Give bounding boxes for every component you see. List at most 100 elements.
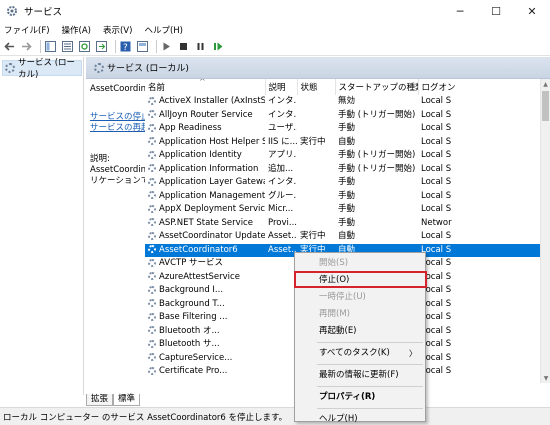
- cell-description: [265, 284, 297, 298]
- cell-logon: Local S: [421, 96, 452, 106]
- status-text: ローカル コンピューター のサービス AssetCoordinator6 を停止…: [3, 412, 288, 423]
- cell-logon: Local S: [421, 136, 452, 147]
- cell-description: アプリ...: [268, 150, 297, 160]
- scroll-thumb[interactable]: [542, 91, 549, 121]
- cell-status: 実行中: [300, 136, 326, 147]
- column-header-startup-type[interactable]: スタートアップの種類: [335, 79, 419, 95]
- submenu-arrow-icon: 〉: [409, 349, 417, 358]
- scroll-up-icon[interactable]: ▲: [541, 79, 550, 89]
- service-gear-icon: [148, 218, 156, 226]
- cell-status: [297, 122, 335, 136]
- column-header-logon[interactable]: ログオン: [418, 79, 550, 95]
- tree-item-services-local[interactable]: サービス (ローカル): [2, 58, 82, 80]
- table-row[interactable]: AssetCoordinator Update Asset... 実行中 自動 Loca…: [145, 230, 550, 244]
- help-icon[interactable]: ?: [119, 40, 132, 53]
- table-row[interactable]: Application Layer Gateway ...インタ... 手動 Loc…: [145, 176, 550, 190]
- menu-item-properties[interactable]: プロパティ(R): [295, 389, 425, 406]
- table-header-row: ^ 名前 説明 状態 スタートアップの種類 ログオン: [145, 79, 550, 95]
- cell-description: [265, 325, 297, 339]
- restart-icon[interactable]: [211, 40, 224, 53]
- cell-startup-type: 手動: [338, 190, 356, 201]
- menu-item-refresh[interactable]: 最新の情報に更新(F): [295, 367, 425, 384]
- cell-description: 追加...: [268, 163, 294, 174]
- cell-service-name: Application Information: [145, 163, 265, 177]
- minimize-button[interactable]: ─: [442, 0, 478, 22]
- column-header-name[interactable]: ^ 名前: [145, 79, 266, 95]
- title-bar: サービス ─ ☐ ✕: [0, 0, 550, 22]
- export-icon[interactable]: [95, 40, 108, 53]
- menu-separator: [317, 364, 423, 365]
- cell-status: [297, 217, 335, 231]
- cell-startup-type: 無効: [338, 96, 356, 106]
- menu-item-stop[interactable]: 停止(O): [295, 272, 425, 289]
- tab-standard[interactable]: 標準: [113, 394, 141, 406]
- cell-logon: Local S: [421, 150, 452, 160]
- menu-file[interactable]: ファイル(F): [4, 24, 50, 36]
- table-row[interactable]: ASP.NET State Service Provi... 手動 Networ: [145, 217, 550, 231]
- menu-item-all-tasks[interactable]: すべてのタスク(K) 〉: [295, 345, 425, 362]
- cell-description: Provi...: [268, 217, 297, 228]
- menu-item-start[interactable]: 開始(S): [295, 255, 425, 272]
- cell-description: [265, 271, 297, 285]
- menu-view[interactable]: 表示(V): [103, 24, 132, 36]
- cell-startup-type: 手動: [338, 123, 356, 133]
- table-row[interactable]: Application Managementグルー... 手動 Local S: [145, 190, 550, 204]
- service-gear-icon: [148, 366, 156, 375]
- menu-separator: [317, 342, 423, 343]
- table-row[interactable]: ActiveX Installer (AxInstSV)インタ... 無効 Loca…: [145, 95, 550, 109]
- cell-service-name: AssetCoordinator Update: [145, 230, 265, 244]
- menu-item-help[interactable]: ヘルプ(H): [295, 411, 425, 425]
- cell-startup-type: 自動: [338, 231, 356, 241]
- play-icon[interactable]: [160, 40, 173, 53]
- service-gear-icon: [148, 191, 156, 199]
- service-gear-icon: [148, 137, 156, 145]
- cell-startup-type: 手動 (トリガー開始): [338, 150, 416, 160]
- cell-service-name: AVCTP サービス: [145, 257, 265, 271]
- cell-service-name: Bluetooth オ...: [145, 325, 265, 339]
- cell-service-name: AppX Deployment Service (...: [145, 203, 265, 217]
- menu-bar: ファイル(F) 操作(A) 表示(V) ヘルプ(H): [0, 22, 550, 38]
- cell-description: IIS に...: [268, 136, 297, 147]
- cell-logon: Local S: [421, 204, 452, 214]
- forward-icon[interactable]: [20, 40, 33, 53]
- status-bar: ローカル コンピューター のサービス AssetCoordinator6 を停止…: [0, 407, 550, 425]
- menu-action[interactable]: 操作(A): [62, 24, 91, 36]
- menu-item-restart[interactable]: 再起動(E): [295, 323, 425, 340]
- cell-description: Asset...: [268, 231, 297, 241]
- pause-icon[interactable]: [194, 40, 207, 53]
- cell-logon: Local S: [421, 109, 452, 120]
- close-button[interactable]: ✕: [514, 0, 550, 22]
- services-header: サービス (ローカル): [86, 57, 550, 79]
- cell-description: インタ...: [268, 96, 297, 106]
- tab-extended[interactable]: 拡張: [86, 394, 114, 406]
- refresh-icon[interactable]: [78, 40, 91, 53]
- menu-separator: [317, 386, 423, 387]
- properties-icon[interactable]: [61, 40, 74, 53]
- table-row[interactable]: Application Information 追加... 手動 (トリガー開始) L…: [145, 163, 550, 177]
- table-row[interactable]: Application Identityアプリ... 手動 (トリガー開始) Loc…: [145, 149, 550, 163]
- maximize-button[interactable]: ☐: [478, 0, 514, 22]
- cell-logon: Networ: [421, 217, 452, 228]
- services-app-icon: [6, 5, 18, 17]
- table-row[interactable]: AllJoyn Router Serviceインタ... 手動 (トリガー開始) L…: [145, 109, 550, 123]
- cell-status: [297, 203, 335, 217]
- table-row[interactable]: App Readinessユーザ... 手動 Local S: [145, 122, 550, 136]
- column-header-description[interactable]: 説明: [265, 79, 298, 95]
- services-gear-icon: [5, 63, 15, 73]
- column-header-status[interactable]: 状態: [297, 79, 336, 95]
- cell-logon: Local S: [421, 352, 452, 363]
- menu-help[interactable]: ヘルプ(H): [144, 24, 183, 36]
- service-gear-icon: [148, 312, 156, 321]
- cell-description: インタ...: [268, 109, 297, 120]
- scroll-down-icon[interactable]: ▼: [541, 373, 550, 383]
- table-row[interactable]: Application Host Helper Ser...IIS に...実行…: [145, 136, 550, 150]
- view-icon[interactable]: [136, 40, 149, 53]
- back-icon[interactable]: [3, 40, 16, 53]
- service-gear-icon: [148, 164, 156, 172]
- table-row[interactable]: AppX Deployment Service (...Micr... 手動 Loc…: [145, 203, 550, 217]
- stop-icon[interactable]: [177, 40, 190, 53]
- console-tree-icon[interactable]: [44, 40, 57, 53]
- menu-item-resume[interactable]: 再開(M): [295, 306, 425, 323]
- vertical-scrollbar[interactable]: ▲ ▼: [540, 79, 550, 383]
- menu-item-pause[interactable]: 一時停止(U): [295, 289, 425, 306]
